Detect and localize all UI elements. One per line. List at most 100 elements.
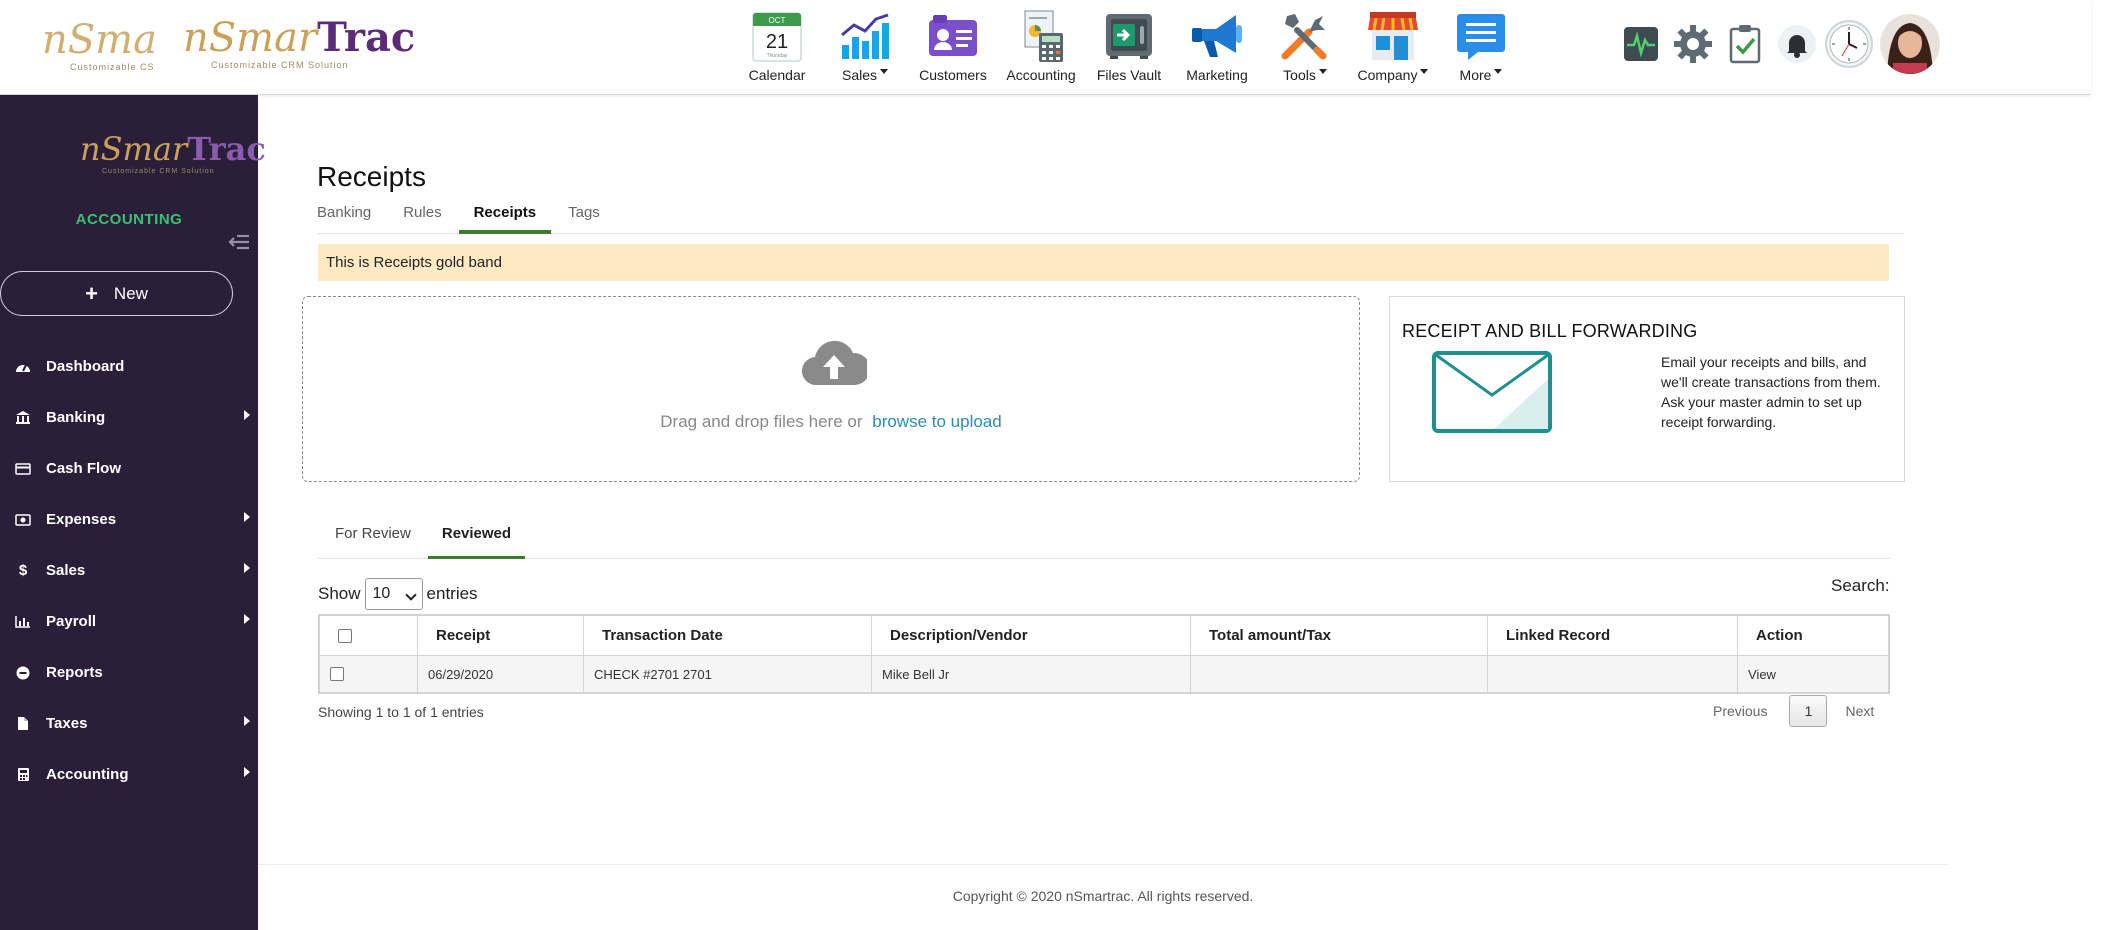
next-page-button[interactable]: Next: [1845, 703, 1874, 719]
forwarding-title: RECEIPT AND BILL FORWARDING: [1402, 321, 1698, 341]
cloud-upload-icon: [801, 337, 871, 392]
nav-app-marketing[interactable]: Marketing: [1173, 8, 1261, 83]
entries-length-control: Show 10 entries: [318, 578, 478, 610]
upload-text: Drag and drop files here or: [660, 412, 863, 431]
calendar-icon: OCT 21 Thursday: [749, 8, 805, 64]
tab-tags[interactable]: Tags: [568, 204, 600, 234]
table-row: 06/29/2020 CHECK #2701 2701 Mike Bell Jr…: [320, 656, 1888, 692]
sales-chart-icon: [837, 8, 893, 64]
upload-dropzone[interactable]: Drag and drop files here or browse to up…: [302, 296, 1360, 482]
logo-tagline: Customizable CRM Solution: [102, 168, 215, 175]
entries-select-value: 10: [372, 585, 391, 602]
nav-app-label: Company: [1358, 67, 1429, 83]
tab-rules[interactable]: Rules: [403, 204, 441, 234]
nav-app-more[interactable]: More: [1437, 8, 1525, 83]
nav-app-tools[interactable]: Tools: [1261, 8, 1349, 83]
sidebar-item-expenses[interactable]: Expenses: [0, 494, 258, 545]
column-header-total[interactable]: Total amount/Tax: [1191, 616, 1488, 655]
bank-icon: [14, 410, 32, 426]
top-navbar: nSma Customizable CS nSmarTrac Customiza…: [0, 0, 2091, 95]
sidebar-item-dashboard[interactable]: Dashboard: [0, 341, 258, 392]
select-all-checkbox[interactable]: [338, 628, 352, 643]
previous-page-button[interactable]: Previous: [1713, 703, 1767, 719]
sidebar-item-label: Dashboard: [46, 358, 125, 375]
row-select-cell: [320, 656, 418, 692]
browse-to-upload-link[interactable]: browse to upload: [872, 412, 1001, 431]
sidebar-item-label: Accounting: [46, 766, 129, 783]
more-list-icon: [1453, 8, 1509, 64]
user-avatar[interactable]: [1875, 14, 1945, 74]
receipt-cell: 06/29/2020: [418, 656, 584, 692]
sidebar-item-banking[interactable]: Banking: [0, 392, 258, 443]
column-header-linked-record[interactable]: Linked Record: [1488, 616, 1738, 655]
footer-copyright: Copyright © 2020 nSmartrac. All rights r…: [258, 864, 1948, 930]
submenu-arrow-icon: [244, 512, 250, 522]
sidebar-item-label: Taxes: [46, 715, 88, 732]
sidebar-menu: Dashboard Banking Cash Flow Expenses $ S…: [0, 341, 258, 800]
current-page-button[interactable]: 1: [1789, 695, 1828, 727]
page-tabs: Banking Rules Receipts Tags: [317, 204, 1904, 234]
submenu-arrow-icon: [244, 716, 250, 726]
nav-app-accounting[interactable]: Accounting: [997, 8, 1085, 83]
subtab-for-review[interactable]: For Review: [318, 523, 428, 559]
activity-pulse-icon[interactable]: [1615, 14, 1667, 74]
sidebar-item-label: Expenses: [46, 511, 117, 528]
files-vault-icon: [1101, 8, 1157, 64]
entries-select[interactable]: 10: [364, 578, 423, 610]
column-header-action[interactable]: Action: [1738, 616, 1888, 655]
nav-app-label: More: [1460, 67, 1503, 83]
svg-text:Thursday: Thursday: [767, 53, 788, 59]
logo-text-trac: Trac: [187, 130, 266, 168]
svg-text:21: 21: [766, 31, 788, 53]
accounting-calculator-icon: [1013, 8, 1069, 64]
calculator-icon: [14, 767, 32, 783]
new-button[interactable]: + New: [0, 271, 233, 316]
collapse-sidebar-icon[interactable]: [228, 233, 250, 251]
sidebar-item-cash-flow[interactable]: Cash Flow: [0, 443, 258, 494]
nav-app-company[interactable]: Company: [1349, 8, 1437, 83]
sidebar-item-label: Cash Flow: [46, 460, 122, 477]
main-brand-logo[interactable]: nSmarTrac Customizable CRM Solution: [183, 18, 415, 71]
review-subtabs: For Review Reviewed: [318, 523, 1890, 559]
column-header-description[interactable]: Description/Vendor: [872, 616, 1191, 655]
small-logo-tagline: Customizable CS: [70, 62, 155, 72]
description-cell: Mike Bell Jr: [872, 656, 1191, 692]
sidebar-item-label: Sales: [46, 562, 86, 579]
submenu-arrow-icon: [244, 410, 250, 420]
nav-app-customers[interactable]: Customers: [909, 8, 997, 83]
sidebar: nSmarTrac Customizable CRM Solution ACCO…: [0, 95, 266, 930]
money-bill-icon: [14, 512, 32, 528]
sidebar-item-label: Payroll: [46, 613, 97, 630]
sidebar-item-taxes[interactable]: Taxes: [0, 698, 258, 749]
column-header-transaction-date[interactable]: Transaction Date: [584, 616, 872, 655]
submenu-arrow-icon: [244, 614, 250, 624]
linked-record-cell: [1488, 656, 1738, 692]
logo-text-n: nSmar: [80, 130, 188, 168]
sidebar-item-reports[interactable]: Reports: [0, 647, 258, 698]
column-header-receipt[interactable]: Receipt: [418, 616, 584, 655]
nav-app-files-vault[interactable]: Files Vault: [1085, 8, 1173, 83]
tasks-checklist-icon[interactable]: [1719, 14, 1771, 74]
small-brand-logo[interactable]: nSma Customizable CS: [42, 20, 157, 72]
plus-icon: +: [85, 280, 98, 306]
sidebar-item-sales[interactable]: $ Sales: [0, 545, 258, 596]
view-action-link[interactable]: View: [1738, 656, 1888, 692]
sidebar-item-payroll[interactable]: Payroll: [0, 596, 258, 647]
nav-app-calendar[interactable]: OCT 21 Thursday Calendar: [733, 8, 821, 83]
row-checkbox[interactable]: [330, 667, 344, 681]
sidebar-item-accounting[interactable]: Accounting: [0, 749, 258, 800]
nav-app-label: Tools: [1283, 67, 1327, 83]
sidebar-brand-logo[interactable]: nSmarTrac Customizable CRM Solution: [80, 132, 266, 175]
table-info: Showing 1 to 1 of 1 entries: [318, 704, 484, 720]
entries-label: entries: [426, 584, 478, 603]
settings-gear-icon[interactable]: [1667, 14, 1719, 74]
nav-app-sales[interactable]: Sales: [821, 8, 909, 83]
notifications-bell-icon[interactable]: [1771, 14, 1823, 74]
clock-icon[interactable]: [1823, 14, 1875, 74]
company-store-icon: [1365, 8, 1421, 64]
tab-banking[interactable]: Banking: [317, 204, 371, 234]
subtab-reviewed[interactable]: Reviewed: [427, 523, 526, 559]
receipt-forwarding-card: RECEIPT AND BILL FORWARDING Email your r…: [1389, 296, 1905, 482]
tab-receipts[interactable]: Receipts: [458, 204, 552, 234]
tools-icon: [1277, 8, 1333, 64]
